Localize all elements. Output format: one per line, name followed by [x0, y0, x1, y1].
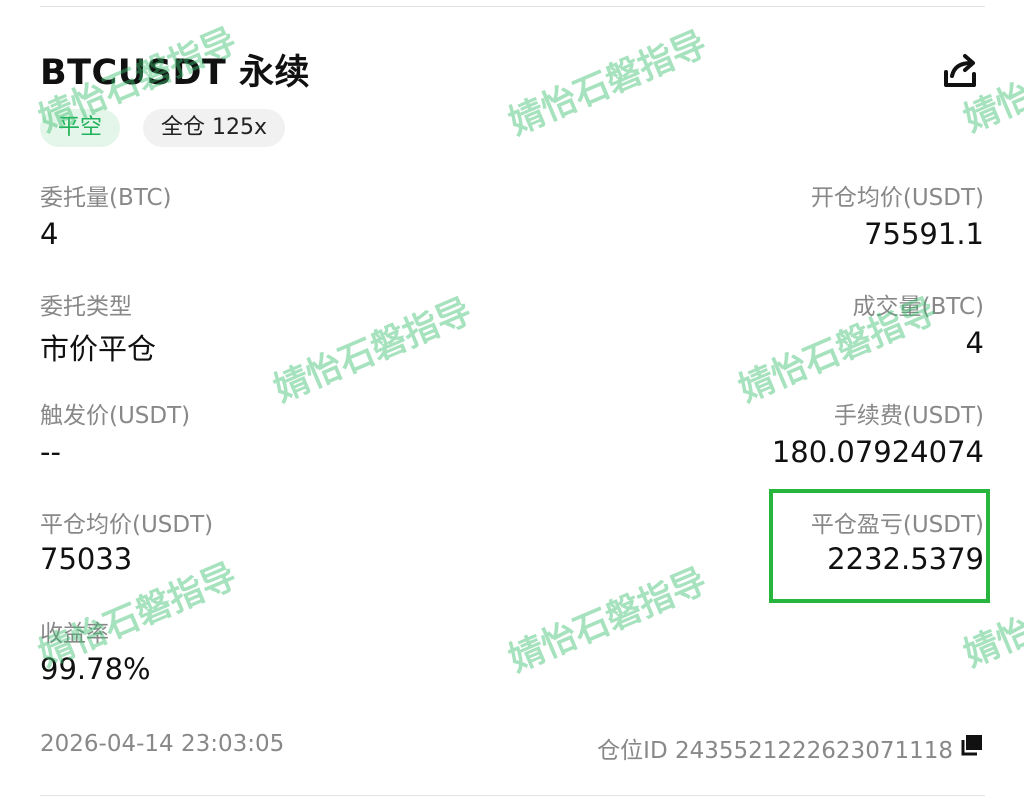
margin-mode-tag: 全仓 125x	[143, 109, 286, 147]
fee-label: 手续费(USDT)	[833, 403, 984, 429]
close-avg-price-label: 平仓均价(USDT)	[40, 512, 214, 538]
open-avg-price-label: 开仓均价(USDT)	[810, 185, 984, 211]
watermark-text: 婧怡石磐指导	[503, 561, 713, 681]
order-type-value: 市价平仓	[40, 332, 157, 366]
yield-value: 99.78%	[40, 652, 151, 686]
bottom-divider	[40, 795, 985, 796]
filled-qty-label: 成交量(BTC)	[852, 294, 985, 320]
trigger-price-label: 触发价(USDT)	[40, 403, 191, 429]
order-qty-value: 4	[40, 217, 59, 251]
watermark-text: 婧怡石磐指导	[503, 24, 713, 144]
watermark-text: 婧怡石磐指导	[268, 291, 478, 411]
yield-label: 收益率	[40, 621, 109, 647]
position-id: 仓位ID 2435521222623071118	[597, 738, 953, 764]
timestamp: 2026-04-14 23:03:05	[40, 731, 285, 757]
top-divider	[40, 6, 985, 7]
fee-value: 180.07924074	[771, 435, 984, 469]
close-avg-price-value: 75033	[40, 542, 133, 576]
order-qty-label: 委托量(BTC)	[40, 185, 172, 211]
pnl-highlight-box	[769, 489, 990, 603]
direction-tag: 平空	[40, 109, 121, 147]
copy-icon[interactable]	[959, 734, 983, 756]
trigger-price-value: --	[40, 435, 61, 469]
filled-qty-value: 4	[965, 326, 984, 360]
order-type-label: 委托类型	[40, 294, 132, 320]
open-avg-price-value: 75591.1	[864, 217, 984, 251]
share-icon[interactable]	[940, 52, 982, 92]
page-title: BTCUSDT 永续	[40, 53, 310, 93]
